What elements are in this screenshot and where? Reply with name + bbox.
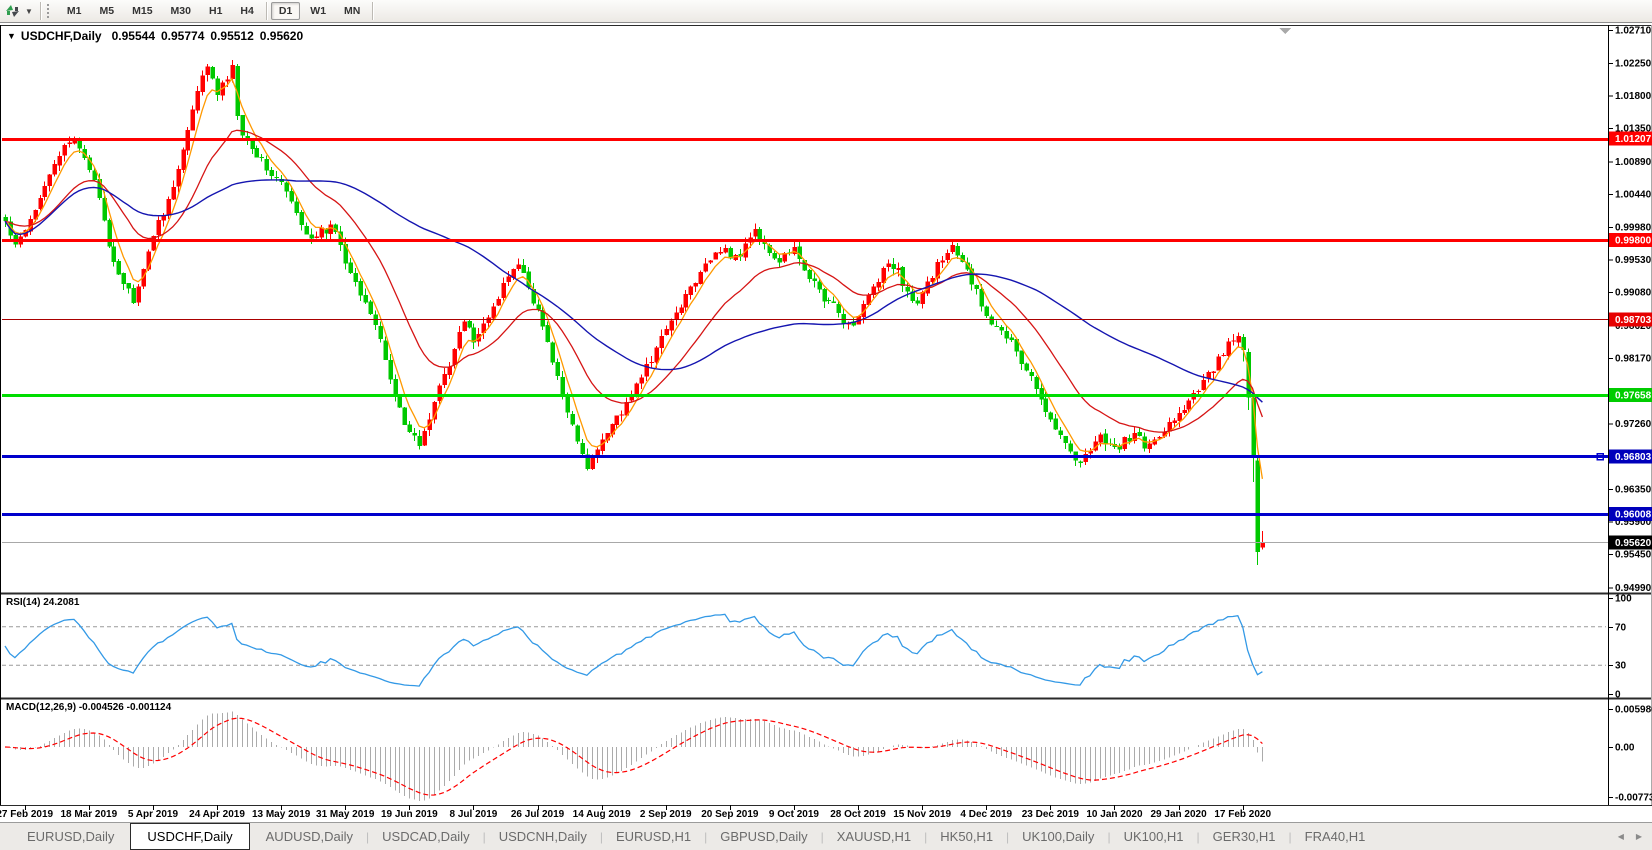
chart-tab-UK100-Daily[interactable]: UK100,Daily [1009,823,1107,850]
svg-text:31 May 2019: 31 May 2019 [316,809,375,820]
timeframe-button-W1[interactable]: W1 [302,2,334,20]
chart-title: ▼ USDCHF,Daily 0.95544 0.95774 0.95512 0… [7,29,303,43]
svg-text:27 Feb 2019: 27 Feb 2019 [0,809,54,820]
svg-text:0.98703: 0.98703 [1615,315,1652,326]
svg-text:2 Sep 2019: 2 Sep 2019 [640,809,692,820]
svg-text:0.99080: 0.99080 [1615,288,1652,299]
svg-text:-0.007737: -0.007737 [1615,793,1652,804]
chart-tab-GBPUSD-Daily[interactable]: GBPUSD,Daily [707,823,820,850]
svg-text:0.005986: 0.005986 [1615,705,1652,716]
svg-text:13 May 2019: 13 May 2019 [252,809,311,820]
svg-text:10 Jan 2020: 10 Jan 2020 [1086,809,1143,820]
macd-indicator-label: MACD(12,26,9) -0.004526 -0.001124 [6,702,171,713]
svg-text:29 Jan 2020: 29 Jan 2020 [1150,809,1207,820]
toolbar-separator [40,2,41,20]
svg-text:14 Aug 2019: 14 Aug 2019 [573,809,631,820]
toolbar-separator [266,2,267,20]
svg-text:0.99530: 0.99530 [1615,255,1652,266]
chart-tab-USDCNH-Daily[interactable]: USDCNH,Daily [486,823,600,850]
chart-canvas[interactable]: 1.027101.022501.018001.013501.008901.004… [0,0,1652,822]
timeframe-button-M1[interactable]: M1 [59,2,90,20]
svg-text:0.96803: 0.96803 [1615,452,1652,463]
svg-text:30: 30 [1615,661,1627,672]
timeframe-button-MN[interactable]: MN [336,2,368,20]
timeframe-button-M30[interactable]: M30 [163,2,199,20]
svg-text:0.99980: 0.99980 [1615,223,1652,234]
svg-text:0: 0 [1615,690,1621,701]
rsi-value: 24.2081 [43,597,79,608]
svg-text:23 Dec 2019: 23 Dec 2019 [1022,809,1080,820]
svg-text:0.96350: 0.96350 [1615,485,1652,496]
ohlc-low: 0.95512 [210,29,253,43]
chart-tab-FRA40-H1[interactable]: FRA40,H1 [1292,823,1379,850]
chart-tab-USDCAD-Daily[interactable]: USDCAD,Daily [369,823,482,850]
chart-tab-HK50-H1[interactable]: HK50,H1 [927,823,1006,850]
symbol-label: USDCHF,Daily [21,29,102,43]
timeframe-button-H1[interactable]: H1 [201,2,230,20]
toolbar-grip-handle[interactable] [47,4,52,18]
svg-text:0.99800: 0.99800 [1615,236,1652,247]
chart-tab-AUDUSD-Daily[interactable]: AUDUSD,Daily [253,823,366,850]
svg-text:5 Apr 2019: 5 Apr 2019 [128,809,179,820]
svg-text:28 Oct 2019: 28 Oct 2019 [830,809,886,820]
svg-text:1.00440: 1.00440 [1615,189,1652,200]
svg-text:70: 70 [1615,622,1627,633]
svg-text:0.96008: 0.96008 [1615,509,1652,520]
tab-scroll-arrows: ◀ ▶ [1618,823,1642,850]
macd-signal-value: -0.001124 [127,702,172,713]
svg-text:8 Jul 2019: 8 Jul 2019 [450,809,498,820]
chart-tab-XAUUSD-H1[interactable]: XAUUSD,H1 [824,823,924,850]
chart-tab-EURUSD-Daily[interactable]: EURUSD,Daily [14,823,127,850]
chart-tab-UK100-H1[interactable]: UK100,H1 [1111,823,1197,850]
chart-tab-EURUSD-H1[interactable]: EURUSD,H1 [603,823,704,850]
svg-text:100: 100 [1615,594,1632,605]
chart-tabbar: EURUSD,DailyUSDCHF,DailyAUDUSD,Daily|USD… [0,822,1652,850]
timeframe-button-M5[interactable]: M5 [92,2,123,20]
candles-mode-icon [4,3,21,19]
ohlc-close: 0.95620 [260,29,303,43]
svg-text:1.01207: 1.01207 [1615,134,1652,145]
ohlc-open: 0.95544 [112,29,155,43]
svg-text:26 Jul 2019: 26 Jul 2019 [511,809,565,820]
timeframe-button-H4[interactable]: H4 [232,2,261,20]
tab-scroll-left-icon[interactable]: ◀ [1618,832,1624,841]
chart-tab-GER30-H1[interactable]: GER30,H1 [1200,823,1289,850]
timeframe-button-D1[interactable]: D1 [271,2,300,20]
svg-text:0.95620: 0.95620 [1615,538,1652,549]
svg-text:0.97260: 0.97260 [1615,419,1652,430]
chart-mode-dropdown-icon[interactable]: ▼ [23,7,37,16]
svg-text:9 Oct 2019: 9 Oct 2019 [769,809,819,820]
chart-mode-button[interactable] [0,1,23,21]
svg-text:1.02250: 1.02250 [1615,59,1652,70]
svg-text:24 Apr 2019: 24 Apr 2019 [189,809,245,820]
svg-text:15 Nov 2019: 15 Nov 2019 [893,809,951,820]
svg-text:19 Jun 2019: 19 Jun 2019 [381,809,438,820]
svg-text:1.01800: 1.01800 [1615,91,1652,102]
svg-text:0.98170: 0.98170 [1615,353,1652,364]
svg-text:0.97658: 0.97658 [1615,390,1652,401]
svg-text:17 Feb 2020: 17 Feb 2020 [1214,809,1271,820]
svg-text:1.00890: 1.00890 [1615,157,1652,168]
toolbar-separator [372,2,373,20]
chart-tab-USDCHF-Daily[interactable]: USDCHF,Daily [130,823,249,850]
svg-text:20 Sep 2019: 20 Sep 2019 [701,809,759,820]
rsi-indicator-label: RSI(14) 24.2081 [6,597,79,608]
timeframe-button-M15[interactable]: M15 [124,2,160,20]
svg-text:18 Mar 2019: 18 Mar 2019 [60,809,117,820]
toolbar: ▼ M1M5M15M30H1H4 D1W1MN [0,0,1652,23]
svg-text:4 Dec 2019: 4 Dec 2019 [960,809,1012,820]
svg-text:0.95450: 0.95450 [1615,550,1652,561]
svg-text:0.94990: 0.94990 [1615,583,1652,594]
tab-scroll-right-icon[interactable]: ▶ [1636,832,1642,841]
macd-main-value: -0.004526 [79,702,124,713]
collapse-arrow-icon[interactable]: ▼ [7,31,16,41]
svg-text:0.00: 0.00 [1615,743,1635,754]
ohlc-high: 0.95774 [161,29,204,43]
svg-text:1.02710: 1.02710 [1615,26,1652,37]
